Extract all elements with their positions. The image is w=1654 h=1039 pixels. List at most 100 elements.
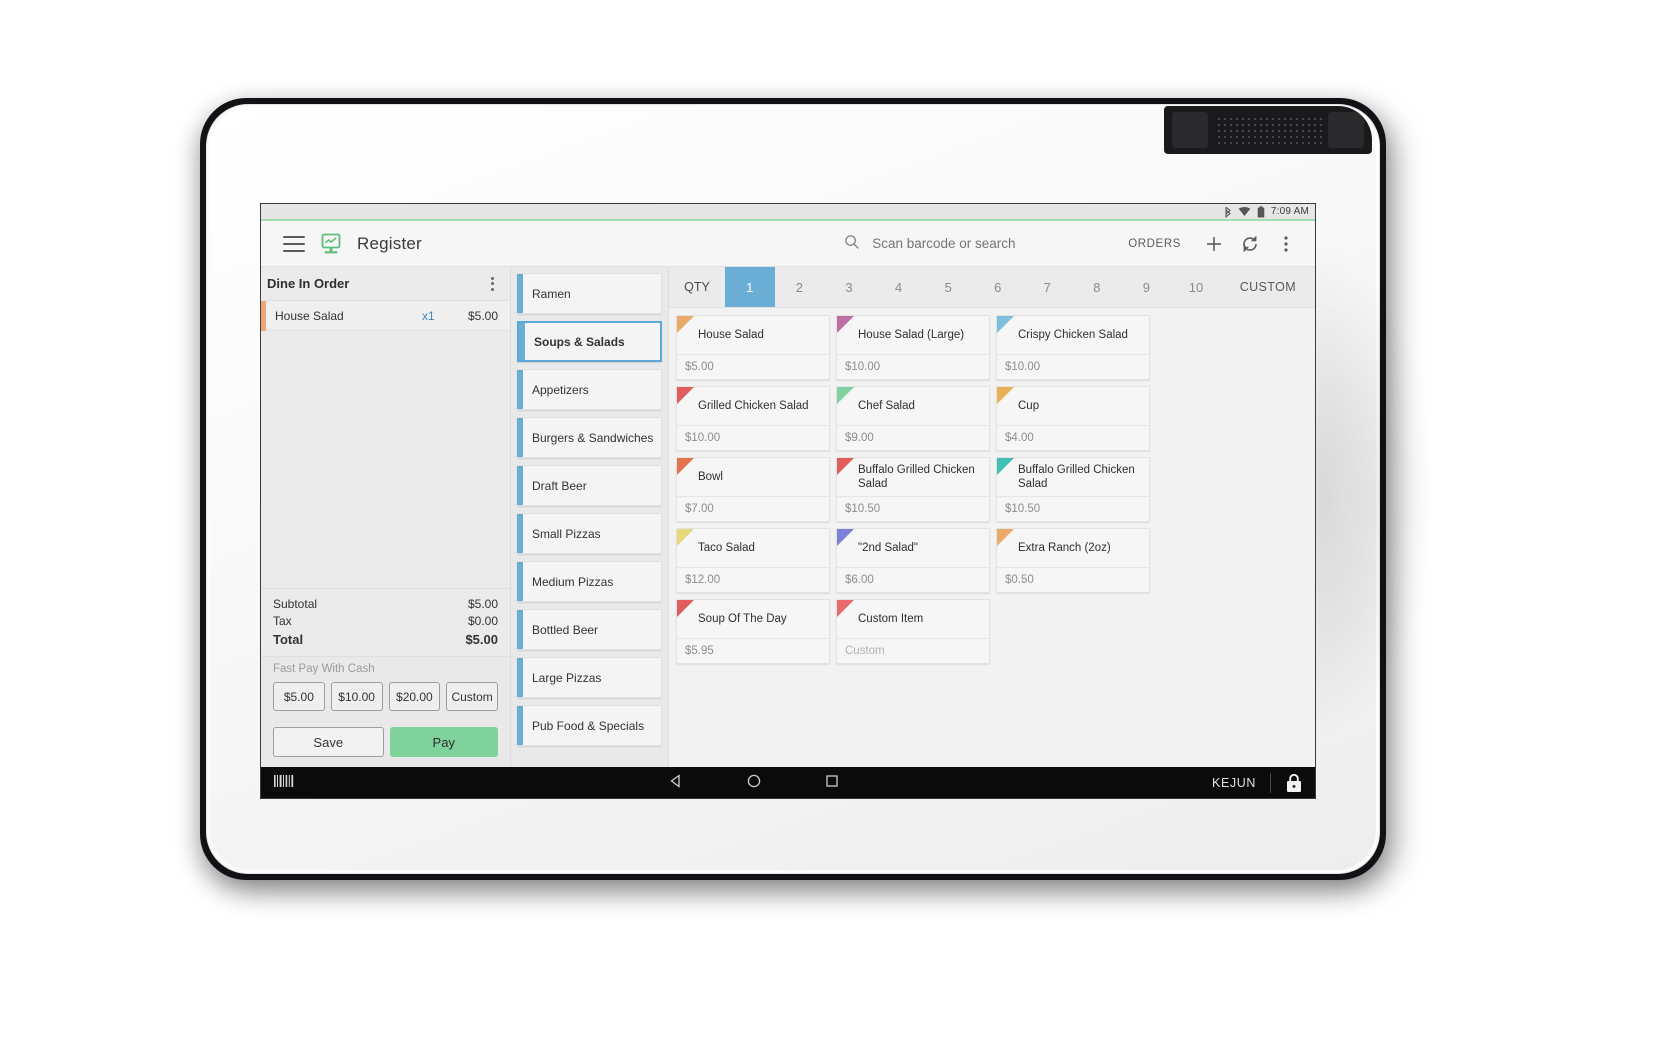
save-button[interactable]: Save <box>273 727 384 757</box>
qty-option-6[interactable]: 6 <box>973 267 1023 307</box>
product-tile[interactable]: Soup Of The Day $5.95 <box>676 599 830 664</box>
category-item[interactable]: Appetizers <box>517 369 662 410</box>
product-tile[interactable]: House Salad $5.00 <box>676 315 830 380</box>
category-label: Ramen <box>532 286 571 301</box>
product-name: Buffalo Grilled Chicken Salad <box>1018 464 1135 490</box>
category-item[interactable]: Soups & Salads <box>517 321 662 362</box>
qty-option-5[interactable]: 5 <box>923 267 973 307</box>
category-label: Appetizers <box>532 382 589 397</box>
qty-option-9[interactable]: 9 <box>1122 267 1172 307</box>
qty-option-1[interactable]: 1 <box>725 267 775 307</box>
tablet-screen: 7:09 AM Register Scan barcode or search … <box>260 203 1316 799</box>
product-color-flag-icon <box>997 316 1014 333</box>
product-tile[interactable]: Chef Salad $9.00 <box>836 386 990 451</box>
product-price: $10.00 <box>837 354 989 379</box>
quantity-bar: QTY 1 2 3 4 5 6 7 8 9 10 CUSTOM <box>669 267 1315 308</box>
category-item[interactable]: Small Pizzas <box>517 513 662 554</box>
order-more-vertical-icon[interactable] <box>484 275 500 293</box>
android-status-bar: 7:09 AM <box>261 204 1315 221</box>
orders-button[interactable]: ORDERS <box>1128 238 1181 250</box>
search-input[interactable] <box>872 236 1103 251</box>
category-item[interactable]: Pub Food & Specials <box>517 705 662 746</box>
product-price: $9.00 <box>837 425 989 450</box>
fast-pay-5[interactable]: $5.00 <box>273 682 325 711</box>
home-circle-icon[interactable] <box>746 773 762 792</box>
plus-icon[interactable] <box>1201 231 1227 257</box>
qty-option-custom[interactable]: CUSTOM <box>1221 267 1315 307</box>
category-item[interactable]: Large Pizzas <box>517 657 662 698</box>
category-item[interactable]: Draft Beer <box>517 465 662 506</box>
nav-divider <box>1270 772 1272 793</box>
order-line-item[interactable]: House Salad x1 $5.00 <box>261 300 510 331</box>
qty-option-7[interactable]: 7 <box>1022 267 1072 307</box>
pay-button[interactable]: Pay <box>389 727 498 757</box>
total-row: Total $5.00 <box>273 630 498 648</box>
category-label: Burgers & Sandwiches <box>532 430 654 445</box>
screen-edge-shadow <box>1312 240 1432 740</box>
order-header: Dine In Order <box>261 267 510 301</box>
qty-option-8[interactable]: 8 <box>1072 267 1122 307</box>
category-item[interactable]: Ramen <box>517 273 662 314</box>
hamburger-menu-icon[interactable] <box>283 235 305 252</box>
product-tile[interactable]: Taco Salad $12.00 <box>676 528 830 593</box>
product-tile[interactable]: Bowl $7.00 <box>676 457 830 522</box>
fast-pay-10[interactable]: $10.00 <box>330 682 383 711</box>
order-item-price: $5.00 <box>467 308 498 323</box>
qty-option-3[interactable]: 3 <box>824 267 874 307</box>
subtotal-value: $5.00 <box>467 597 498 611</box>
product-name: Custom Item <box>858 613 924 625</box>
product-tile[interactable]: Buffalo Grilled Chicken Salad $10.50 <box>836 457 990 522</box>
search-icon[interactable] <box>844 234 860 253</box>
recent-square-icon[interactable] <box>824 773 840 792</box>
product-price: $10.50 <box>837 496 989 521</box>
barcode-icon[interactable] <box>273 774 295 791</box>
wifi-icon <box>1238 206 1251 217</box>
tax-value: $0.00 <box>467 614 498 628</box>
product-color-flag-icon <box>837 316 854 333</box>
product-tile[interactable]: Grilled Chicken Salad $10.00 <box>676 386 830 451</box>
product-tile[interactable]: House Salad (Large) $10.00 <box>836 315 990 380</box>
product-name: House Salad <box>698 329 764 341</box>
product-tile[interactable]: Buffalo Grilled Chicken Salad $10.50 <box>996 457 1150 522</box>
order-item-qty: x1 <box>421 308 435 323</box>
category-label: Bottled Beer <box>532 622 599 637</box>
category-item[interactable]: Bottled Beer <box>517 609 662 650</box>
product-tile[interactable]: Cup $4.00 <box>996 386 1150 451</box>
tax-label: Tax <box>273 614 292 628</box>
screenshot-stage: 7:09 AM Register Scan barcode or search … <box>0 0 1654 1039</box>
product-tile[interactable]: Crispy Chicken Salad $10.00 <box>996 315 1150 380</box>
android-nav-bar: KEJUN <box>261 767 1315 798</box>
product-name: Cup <box>1018 400 1040 412</box>
product-tile[interactable]: Custom Item Custom <box>836 599 990 664</box>
refresh-icon[interactable] <box>1237 231 1263 257</box>
product-price: $0.50 <box>997 567 1149 592</box>
category-item[interactable]: Burgers & Sandwiches <box>517 417 662 458</box>
bluetooth-icon <box>1224 206 1232 218</box>
product-tile[interactable]: "2nd Salad" $6.00 <box>836 528 990 593</box>
product-price: $10.50 <box>997 496 1149 521</box>
qty-option-10[interactable]: 10 <box>1171 267 1221 307</box>
product-tile[interactable]: Extra Ranch (2oz) $0.50 <box>996 528 1150 593</box>
category-item[interactable]: Medium Pizzas <box>517 561 662 602</box>
qty-option-4[interactable]: 4 <box>874 267 924 307</box>
subtotal-row: Subtotal $5.00 <box>273 596 498 613</box>
lock-icon[interactable] <box>1285 773 1303 793</box>
fast-pay-20[interactable]: $20.00 <box>388 682 441 711</box>
product-price: $10.00 <box>677 425 829 450</box>
back-triangle-icon[interactable] <box>668 773 684 792</box>
fast-pay-section: Fast Pay With Cash $5.00 $10.00 $20.00 C… <box>261 656 510 719</box>
qty-option-2[interactable]: 2 <box>775 267 825 307</box>
product-name: House Salad (Large) <box>858 329 965 341</box>
product-price: $5.95 <box>677 638 829 663</box>
total-label: Total <box>273 632 304 647</box>
page-title: Register <box>357 233 422 253</box>
product-color-flag-icon <box>677 316 694 333</box>
product-color-flag-icon <box>837 529 854 546</box>
product-color-flag-icon <box>997 529 1014 546</box>
product-name: Chef Salad <box>858 400 915 412</box>
more-vertical-icon[interactable] <box>1273 231 1299 257</box>
product-color-flag-icon <box>677 600 694 617</box>
fast-pay-custom[interactable]: Custom <box>446 682 498 711</box>
fast-pay-label: Fast Pay With Cash <box>273 663 375 675</box>
logged-in-user: KEJUN <box>1212 775 1257 790</box>
